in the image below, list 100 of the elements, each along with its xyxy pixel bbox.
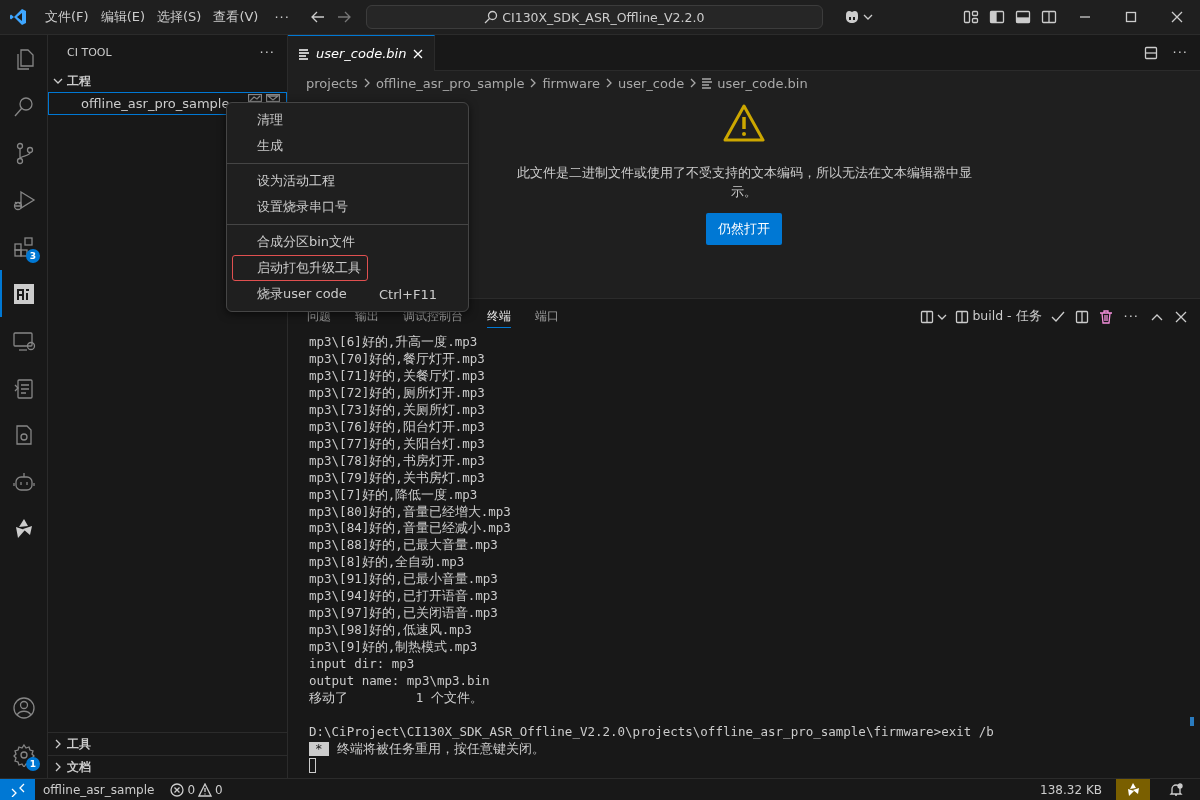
split-icon <box>920 309 935 324</box>
section-header[interactable]: 工具 <box>48 732 287 755</box>
warning-icon <box>198 782 213 797</box>
warning-icon <box>722 103 766 143</box>
terminal-line: mp3\[6]好的,升高一度.mp3 <box>309 334 479 351</box>
menu-item[interactable]: 设为活动工程 <box>231 168 464 194</box>
forward-arrow-icon[interactable] <box>335 9 352 25</box>
terminal-line: D:\CiProject\CI130X_SDK_ASR_Offline_V2.2.0\projects\offline_asr_pro_sample\firmware>exit /b <box>309 723 995 741</box>
menu-item[interactable]: 编辑(E) <box>94 5 151 29</box>
terminal-line: mp3\[88]好的,已最大音量.mp3 <box>309 537 499 555</box>
menu-item[interactable]: 生成 <box>231 133 464 159</box>
terminal-line: mp3\[8]好的,全自动.mp3 <box>309 554 466 572</box>
chevron-right-icon <box>604 78 614 88</box>
breadcrumb-item[interactable]: projects <box>305 75 359 91</box>
split-layout-icon[interactable] <box>1041 9 1057 25</box>
account-icon <box>11 695 36 720</box>
terminal-line: input dir: mp3 <box>309 656 416 674</box>
terminal-line: mp3\[9]好的,制热模式.mp3 <box>309 639 479 657</box>
chip-logo-icon <box>11 281 36 306</box>
close-icon[interactable] <box>412 47 425 60</box>
sidebar-title: CI TOOL <box>67 46 113 59</box>
chevron-right-icon <box>53 739 63 749</box>
count-badge: 3 <box>26 249 40 263</box>
more-button[interactable]: ··· <box>1123 309 1139 324</box>
terminal-line: 终端将被任务重用，按任意键关闭。 <box>336 740 545 758</box>
more-button[interactable]: ··· <box>259 45 275 60</box>
layout-icon[interactable] <box>963 9 979 25</box>
pinwheel-icon <box>1125 781 1141 798</box>
menu-item[interactable]: 查看(V) <box>207 5 265 29</box>
terminal-line: output name: mp3\mp3.bin <box>309 673 491 690</box>
close-icon[interactable] <box>1169 9 1185 25</box>
menu-item[interactable]: 烧录user code Ctrl+F11 <box>231 281 464 307</box>
terminal-line: mp3\[77]好的,关阳台灯.mp3 <box>309 435 486 453</box>
split-editor-icon[interactable] <box>1142 44 1159 61</box>
breadcrumb-item[interactable]: user_code <box>617 75 686 91</box>
terminal-line: mp3\[76]好的,阳台灯开.mp3 <box>309 418 486 436</box>
settings-icon <box>11 742 36 767</box>
extension-status-button[interactable] <box>1116 779 1150 800</box>
terminal-line: mp3\[79]好的,关书房灯.mp3 <box>309 469 486 487</box>
terminal-line: mp3\[70]好的,餐厅灯开.mp3 <box>309 350 486 368</box>
panel-tab[interactable]: 端口 <box>535 305 559 328</box>
terminal-line: mp3\[84]好的,音量已经减小.mp3 <box>309 520 512 538</box>
trash-icon[interactable] <box>1097 308 1114 325</box>
file-size-status: 138.32 KB <box>1039 782 1103 797</box>
breadcrumb-item[interactable]: offline_asr_pro_sample <box>374 75 526 91</box>
editor-tab[interactable]: user_code.bin <box>288 35 436 71</box>
sidebar-toggle-icon[interactable] <box>989 9 1005 25</box>
activity-button[interactable]: 1 <box>0 731 47 778</box>
remote-icon <box>10 782 25 797</box>
command-search-field[interactable]: CI130X_SDK_ASR_Offline_V2.2.0 <box>365 5 823 29</box>
terminal-line: mp3\[91]好的,已最小音量.mp3 <box>309 571 499 589</box>
count-badge: 1 <box>26 757 40 771</box>
bell-icon[interactable] <box>1168 781 1184 798</box>
problems-status[interactable]: 0 0 <box>162 782 231 797</box>
terminal-selector[interactable]: build - 任务 <box>952 308 1045 325</box>
back-arrow-icon[interactable] <box>309 9 326 25</box>
binary-file-message: 此文件是二进制文件或使用了不受支持的文本编码，所以无法在文本编辑器中显示。 <box>515 164 973 201</box>
scrollbar-marker <box>1190 717 1194 726</box>
terminal-line: mp3\[78]好的,书房灯开.mp3 <box>309 452 486 470</box>
file-lines-icon <box>298 47 310 60</box>
remote-button[interactable] <box>0 779 35 800</box>
section-header[interactable]: 工程 <box>48 70 287 92</box>
breadcrumb-item[interactable]: user_code.bin <box>716 75 809 91</box>
project-status[interactable]: offline_asr_sample <box>35 782 163 797</box>
image-icon <box>248 94 262 102</box>
more-button[interactable]: ··· <box>268 6 296 28</box>
terminal-line: mp3\[7]好的,降低一度.mp3 <box>309 486 479 504</box>
maximize-icon[interactable] <box>1123 9 1139 25</box>
error-icon <box>170 782 185 797</box>
menu-item[interactable]: 启动打包升级工具 <box>232 255 368 281</box>
terminal-cursor <box>309 757 316 773</box>
terminal-line: mp3\[80]好的,音量已经增大.mp3 <box>309 503 512 521</box>
split-icon <box>955 309 970 324</box>
app-logo-icon <box>9 8 27 26</box>
chevron-down-icon <box>862 12 873 22</box>
chevron-right-icon <box>53 762 63 772</box>
terminal-line: mp3\[97]好的,已关闭语音.mp3 <box>309 605 499 623</box>
menu-item[interactable]: 设置烧录串口号 <box>231 194 464 220</box>
extensions-icon <box>11 234 36 259</box>
terminal-line: mp3\[94]好的,已打开语音.mp3 <box>309 588 499 606</box>
breadcrumb-item[interactable]: firmware <box>541 75 601 91</box>
task-marker: * <box>309 742 329 757</box>
terminal-line: mp3\[72]好的,厕所灯开.mp3 <box>309 384 486 402</box>
terminal-line: mp3\[73]好的,关厕所灯.mp3 <box>309 401 486 419</box>
panel-toggle-icon[interactable] <box>1015 9 1031 25</box>
more-button[interactable]: ··· <box>1172 45 1188 60</box>
terminal-line: mp3\[98]好的,低速风.mp3 <box>309 622 473 640</box>
chevron-down-icon <box>53 76 63 86</box>
activity-button[interactable]: 3 <box>0 223 47 270</box>
split-icon[interactable] <box>1073 308 1090 325</box>
image-icon <box>266 94 280 102</box>
terminal-line: 移动了 1 个文件。 <box>309 690 484 707</box>
search-icon <box>484 10 499 24</box>
menu-item[interactable]: 合成分区bin文件 <box>231 229 464 255</box>
menu-item[interactable]: 文件(F) <box>39 5 95 29</box>
panel-tab[interactable]: 终端 <box>487 305 511 328</box>
terminal-line: mp3\[71]好的,关餐厅灯.mp3 <box>309 367 486 385</box>
file-lines-icon <box>701 77 714 89</box>
open-anyway-button[interactable]: 仍然打开 <box>706 213 782 245</box>
menu-item[interactable]: 选择(S) <box>151 5 208 29</box>
